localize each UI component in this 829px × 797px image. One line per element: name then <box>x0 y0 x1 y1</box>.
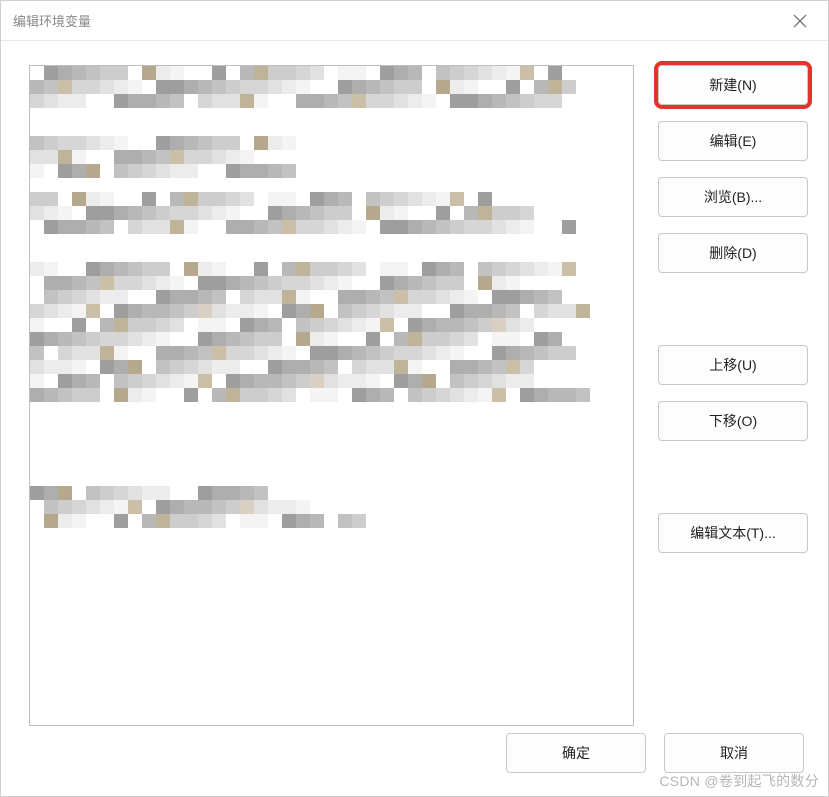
env-var-listbox[interactable] <box>29 65 634 726</box>
ok-button[interactable]: 确定 <box>506 733 646 773</box>
side-button-column: 新建(N) 编辑(E) 浏览(B)... 删除(D) 上移(U) 下移(O) 编… <box>658 65 808 726</box>
edit-env-var-dialog: 编辑环境变量 新建(N) 编辑(E) 浏览(B)... 删除(D) 上移(U) … <box>0 0 829 797</box>
spacer <box>658 289 808 329</box>
dialog-footer: 确定 取消 <box>1 726 828 796</box>
delete-button[interactable]: 删除(D) <box>658 233 808 273</box>
move-up-button[interactable]: 上移(U) <box>658 345 808 385</box>
titlebar: 编辑环境变量 <box>1 1 828 41</box>
x-icon <box>793 14 807 28</box>
cancel-button[interactable]: 取消 <box>664 733 804 773</box>
edit-text-button[interactable]: 编辑文本(T)... <box>658 513 808 553</box>
browse-button[interactable]: 浏览(B)... <box>658 177 808 217</box>
close-icon[interactable] <box>784 5 816 37</box>
spacer <box>658 457 808 497</box>
edit-button[interactable]: 编辑(E) <box>658 121 808 161</box>
listbox-inner <box>30 66 633 725</box>
new-button[interactable]: 新建(N) <box>658 65 808 105</box>
content-area: 新建(N) 编辑(E) 浏览(B)... 删除(D) 上移(U) 下移(O) 编… <box>1 41 828 726</box>
blurred-content <box>30 66 633 725</box>
move-down-button[interactable]: 下移(O) <box>658 401 808 441</box>
dialog-title: 编辑环境变量 <box>13 11 784 30</box>
